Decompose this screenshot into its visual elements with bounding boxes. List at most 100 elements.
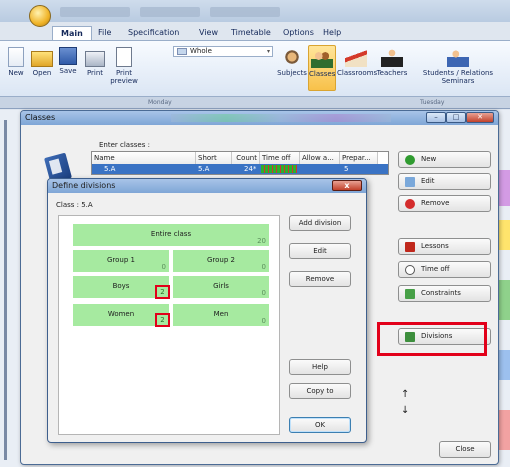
print-label: Print	[86, 69, 104, 77]
copy-to-button[interactable]: Copy to	[289, 383, 351, 399]
new-document-icon	[8, 47, 24, 67]
maximize-button[interactable]: □	[446, 112, 466, 123]
students-icon	[447, 47, 469, 67]
new-label: New	[8, 69, 24, 77]
save-button[interactable]: Save	[57, 47, 79, 75]
chevron-down-icon: ▾	[266, 48, 270, 55]
division-name: Men	[213, 310, 229, 318]
division-count: 2	[160, 316, 165, 324]
define-divisions-dialog: Define divisions x Class : 5.A Entire cl…	[47, 178, 367, 443]
count-highlight-box: 2	[155, 313, 170, 327]
move-down-arrow[interactable]: ↓	[401, 405, 409, 416]
division-name: Entire class	[150, 230, 192, 238]
column-header-allow[interactable]: Allow a...	[300, 152, 340, 164]
open-button[interactable]: Open	[30, 47, 54, 77]
title-blur	[140, 7, 200, 17]
app-titlebar	[0, 0, 510, 22]
tab-timetable[interactable]: Timetable	[231, 26, 271, 40]
minus-icon	[405, 199, 415, 209]
edit-icon	[405, 177, 415, 187]
teacher-icon	[381, 47, 403, 67]
divisions-area: Entire class 20 Group 1 0 Group 2 0 Boys…	[58, 215, 280, 435]
remove-class-button[interactable]: Remove	[398, 195, 491, 212]
close-button[interactable]: Close	[439, 441, 491, 458]
classes-button[interactable]: Classes	[308, 45, 336, 91]
teachers-label: Teachers	[376, 69, 408, 77]
classes-grid[interactable]: Name Short Count Time off Allow a... Pre…	[91, 151, 389, 175]
remove-class-label: Remove	[421, 199, 450, 207]
students-label: Students / Relations Seminars	[422, 69, 494, 85]
tab-main[interactable]: Main	[52, 26, 92, 40]
row-name: 5.A	[104, 165, 116, 173]
tab-file[interactable]: File	[98, 26, 111, 40]
division-name: Group 2	[207, 256, 235, 264]
column-header-time-off[interactable]: Time off	[260, 152, 300, 164]
division-group-1[interactable]: Group 1 0	[73, 250, 169, 272]
new-button[interactable]: New	[4, 47, 28, 77]
close-window-button[interactable]: ✕	[466, 112, 494, 123]
teachers-button[interactable]: Teachers	[376, 47, 408, 77]
move-up-arrow[interactable]: ↑	[401, 389, 409, 400]
enter-classes-label: Enter classes :	[99, 141, 150, 149]
table-row[interactable]: 5.A 5.A 24* 5	[92, 164, 388, 174]
print-button[interactable]: Print	[83, 47, 107, 77]
plus-icon	[405, 155, 415, 165]
division-girls[interactable]: Girls 0	[173, 276, 269, 298]
constraints-icon	[405, 289, 415, 299]
students-button[interactable]: Students / Relations Seminars	[416, 47, 500, 85]
row-count: 24*	[244, 165, 257, 173]
open-label: Open	[32, 69, 52, 77]
ok-button[interactable]: OK	[289, 417, 351, 433]
clock-icon	[405, 265, 415, 275]
division-men[interactable]: Men 0	[173, 304, 269, 326]
tab-options[interactable]: Options	[283, 26, 314, 40]
divisions-highlight-box	[377, 322, 487, 356]
division-count: 2	[160, 288, 165, 296]
app-menu-orb[interactable]	[29, 5, 51, 27]
classes-title: Classes	[25, 113, 56, 122]
row-prep: 5	[344, 165, 349, 173]
ribbon: New Open Save Print Print preview Whole …	[0, 40, 510, 97]
division-group-2[interactable]: Group 2 0	[173, 250, 269, 272]
subjects-icon	[281, 47, 303, 67]
division-count: 0	[261, 263, 266, 271]
edit-division-button[interactable]: Edit	[289, 243, 351, 259]
column-header-short[interactable]: Short	[196, 152, 232, 164]
edit-class-button[interactable]: Edit	[398, 173, 491, 190]
view-select[interactable]: Whole ▾	[173, 46, 273, 57]
dialog-close-button[interactable]: x	[332, 180, 362, 191]
help-button[interactable]: Help	[289, 359, 351, 375]
new-class-button[interactable]: New	[398, 151, 491, 168]
minimize-button[interactable]: –	[426, 112, 446, 123]
dialog-title: Define divisions	[52, 181, 116, 190]
time-off-button[interactable]: Time off	[398, 261, 491, 278]
row-short: 5.A	[198, 165, 210, 173]
new-class-label: New	[421, 155, 437, 163]
division-entire-class[interactable]: Entire class 20	[73, 224, 269, 246]
division-count: 20	[257, 237, 266, 245]
remove-division-button[interactable]: Remove	[289, 271, 351, 287]
dialog-titlebar: Define divisions x	[48, 179, 366, 193]
column-header-name[interactable]: Name	[92, 152, 196, 164]
class-label: Class : 5.A	[56, 201, 93, 209]
lessons-label: Lessons	[421, 242, 449, 250]
view-swatch-icon	[177, 48, 187, 55]
tab-specification[interactable]: Specification	[128, 26, 179, 40]
print-preview-button[interactable]: Print preview	[109, 47, 139, 85]
column-header-count[interactable]: Count	[232, 152, 260, 164]
tab-help[interactable]: Help	[323, 26, 341, 40]
menu-tabs: Main File Specification View Timetable O…	[0, 26, 510, 40]
division-count: 0	[261, 317, 266, 325]
lessons-icon	[405, 242, 415, 252]
view-select-value: Whole	[190, 47, 212, 55]
add-division-button[interactable]: Add division	[289, 215, 351, 231]
title-blur-2	[210, 7, 280, 17]
classes-titlebar: Classes – □ ✕	[21, 111, 498, 125]
constraints-button[interactable]: Constraints	[398, 285, 491, 302]
column-header-prep[interactable]: Prepar...	[340, 152, 378, 164]
subjects-button[interactable]: Subjects	[276, 47, 308, 77]
lessons-button[interactable]: Lessons	[398, 238, 491, 255]
tab-view[interactable]: View	[199, 26, 218, 40]
classrooms-button[interactable]: Classrooms	[337, 47, 377, 77]
constraints-label: Constraints	[421, 289, 461, 297]
